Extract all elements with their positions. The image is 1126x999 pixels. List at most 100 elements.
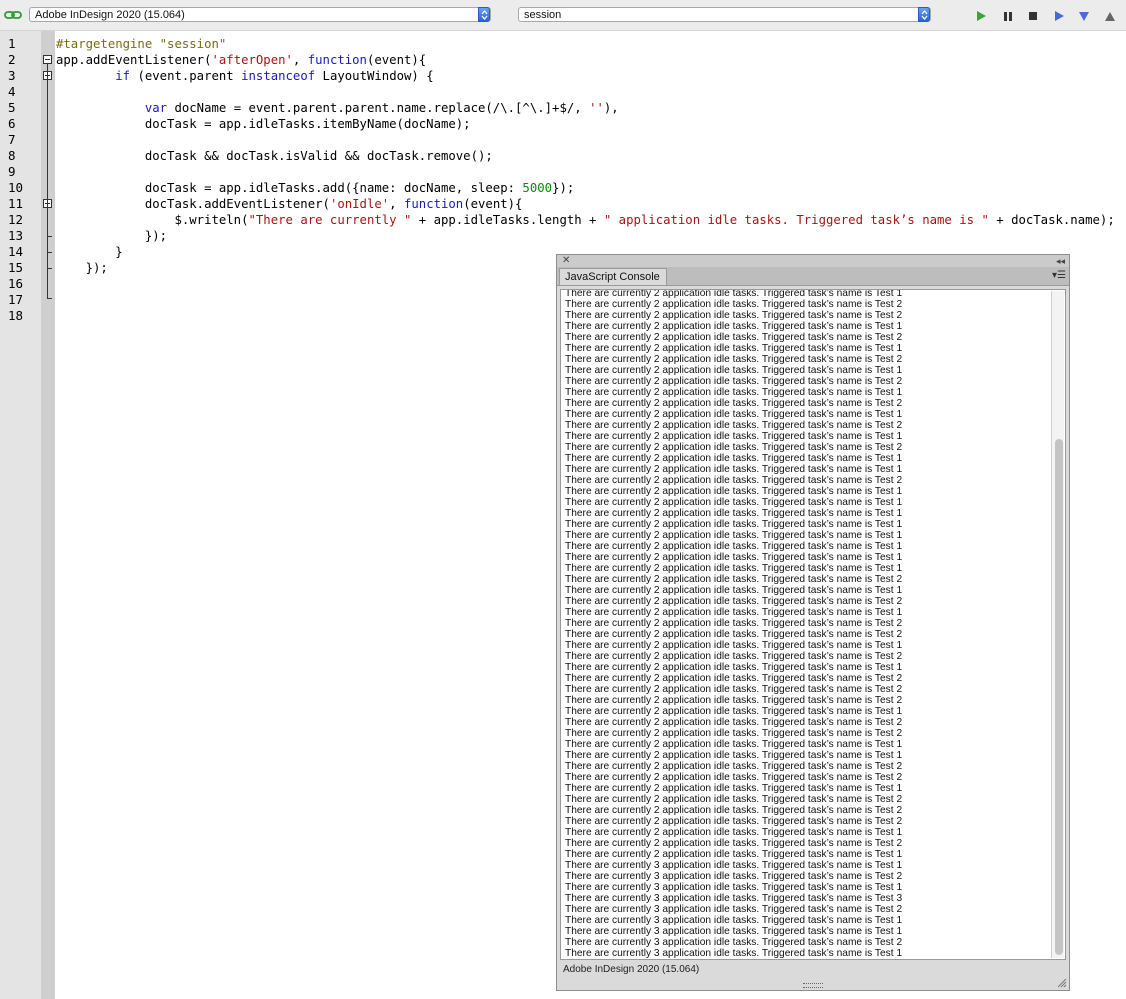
console-line: There are currently 2 application idle t… bbox=[565, 354, 903, 365]
vertical-scrollbar[interactable] bbox=[1051, 291, 1064, 958]
console-line: There are currently 2 application idle t… bbox=[565, 387, 903, 398]
engine-select[interactable]: session bbox=[518, 7, 931, 22]
console-line: There are currently 2 application idle t… bbox=[565, 321, 903, 332]
code-line: docTask && docTask.isValid && docTask.re… bbox=[56, 149, 493, 163]
console-line: There are currently 2 application idle t… bbox=[565, 585, 903, 596]
console-line: There are currently 2 application idle t… bbox=[565, 717, 903, 728]
console-line: There are currently 2 application idle t… bbox=[565, 849, 903, 860]
run-icon[interactable] bbox=[975, 10, 987, 22]
console-line: There are currently 2 application idle t… bbox=[565, 299, 903, 310]
console-line: There are currently 2 application idle t… bbox=[565, 728, 903, 739]
stop-icon[interactable] bbox=[1027, 10, 1039, 22]
step-out-icon[interactable] bbox=[1104, 10, 1116, 22]
console-line: There are currently 2 application idle t… bbox=[565, 783, 903, 794]
console-line: There are currently 3 application idle t… bbox=[565, 937, 903, 948]
step-over-icon[interactable] bbox=[1053, 10, 1065, 22]
line-number: 14 bbox=[8, 244, 24, 259]
console-line: There are currently 2 application idle t… bbox=[565, 398, 903, 409]
panel-titlebar: ✕ ◂◂ bbox=[557, 255, 1069, 267]
console-line: There are currently 3 application idle t… bbox=[565, 871, 903, 882]
console-line: There are currently 2 application idle t… bbox=[565, 684, 903, 695]
engine-value: session bbox=[524, 9, 562, 21]
code-line: }); bbox=[56, 229, 168, 243]
target-app-value: Adobe InDesign 2020 (15.064) bbox=[35, 9, 185, 21]
console-line: There are currently 2 application idle t… bbox=[565, 453, 903, 464]
console-line: There are currently 2 application idle t… bbox=[565, 442, 903, 453]
code-line: docTask.addEventListener('onIdle', funct… bbox=[56, 197, 523, 211]
toolbar: Adobe InDesign 2020 (15.064) session bbox=[0, 0, 1126, 31]
line-number: 3 bbox=[8, 68, 16, 83]
console-line: There are currently 2 application idle t… bbox=[565, 739, 903, 750]
code-line: docTask = app.idleTasks.add({name: docNa… bbox=[56, 181, 575, 195]
console-line: There are currently 2 application idle t… bbox=[565, 662, 903, 673]
link-icon[interactable] bbox=[4, 9, 22, 21]
console-line: There are currently 2 application idle t… bbox=[565, 750, 903, 761]
line-number: 12 bbox=[8, 212, 24, 227]
line-number: 7 bbox=[8, 132, 16, 147]
line-number: 9 bbox=[8, 164, 16, 179]
console-line: There are currently 2 application idle t… bbox=[565, 310, 903, 321]
console-output-text: There are currently 2 application idle t… bbox=[565, 289, 903, 960]
console-line: There are currently 2 application idle t… bbox=[565, 827, 903, 838]
console-line: There are currently 2 application idle t… bbox=[565, 629, 903, 640]
step-into-icon[interactable] bbox=[1078, 10, 1090, 22]
chevron-updown-icon[interactable] bbox=[478, 7, 490, 22]
line-number: 18 bbox=[8, 308, 24, 323]
console-line: There are currently 2 application idle t… bbox=[565, 497, 903, 508]
console-line: There are currently 2 application idle t… bbox=[565, 289, 903, 299]
console-status: Adobe InDesign 2020 (15.064) bbox=[563, 964, 700, 975]
console-line: There are currently 2 application idle t… bbox=[565, 541, 903, 552]
code-line: app.addEventListener('afterOpen', functi… bbox=[56, 53, 427, 67]
scrollbar-thumb[interactable] bbox=[1055, 439, 1063, 955]
close-icon[interactable]: ✕ bbox=[562, 255, 570, 267]
fold-toggle-icon[interactable] bbox=[43, 55, 52, 64]
target-app-select[interactable]: Adobe InDesign 2020 (15.064) bbox=[29, 7, 491, 22]
resize-grip[interactable] bbox=[803, 983, 823, 988]
line-number: 11 bbox=[8, 196, 24, 211]
console-line: There are currently 2 application idle t… bbox=[565, 772, 903, 783]
fold-end-marker bbox=[47, 268, 52, 269]
panel-menu-icon[interactable]: ▾☰ bbox=[1052, 270, 1066, 281]
console-line: There are currently 3 application idle t… bbox=[565, 882, 903, 893]
console-line: There are currently 2 application idle t… bbox=[565, 640, 903, 651]
line-number: 10 bbox=[8, 180, 24, 195]
console-line: There are currently 3 application idle t… bbox=[565, 959, 902, 960]
resize-corner-icon[interactable] bbox=[1057, 978, 1067, 988]
chevron-updown-icon[interactable] bbox=[918, 7, 930, 22]
console-line: There are currently 2 application idle t… bbox=[565, 332, 903, 343]
tab-javascript-console[interactable]: JavaScript Console bbox=[559, 268, 667, 285]
fold-column bbox=[41, 31, 55, 999]
console-line: There are currently 2 application idle t… bbox=[565, 596, 903, 607]
console-line: There are currently 2 application idle t… bbox=[565, 464, 903, 475]
console-line: There are currently 2 application idle t… bbox=[565, 761, 903, 772]
line-number-gutter bbox=[0, 31, 41, 999]
line-number: 6 bbox=[8, 116, 16, 131]
console-line: There are currently 2 application idle t… bbox=[565, 365, 903, 376]
code-line: docTask = app.idleTasks.itemByName(docNa… bbox=[56, 117, 471, 131]
console-line: There are currently 3 application idle t… bbox=[565, 860, 903, 871]
console-line: There are currently 2 application idle t… bbox=[565, 431, 903, 442]
line-number: 5 bbox=[8, 100, 16, 115]
console-line: There are currently 2 application idle t… bbox=[565, 376, 903, 387]
collapse-icon[interactable]: ◂◂ bbox=[1056, 255, 1065, 267]
console-output[interactable]: There are currently 2 application idle t… bbox=[560, 289, 1066, 960]
line-number: 8 bbox=[8, 148, 16, 163]
console-line: There are currently 2 application idle t… bbox=[565, 805, 903, 816]
code-line: } bbox=[56, 245, 123, 259]
console-line: There are currently 2 application idle t… bbox=[565, 651, 903, 662]
line-number: 2 bbox=[8, 52, 16, 67]
line-number: 17 bbox=[8, 292, 24, 307]
console-line: There are currently 3 application idle t… bbox=[565, 926, 903, 937]
console-line: There are currently 2 application idle t… bbox=[565, 530, 903, 541]
console-line: There are currently 2 application idle t… bbox=[565, 563, 903, 574]
console-line: There are currently 2 application idle t… bbox=[565, 343, 903, 354]
console-line: There are currently 3 application idle t… bbox=[565, 904, 903, 915]
console-line: There are currently 2 application idle t… bbox=[565, 618, 903, 629]
line-number: 13 bbox=[8, 228, 24, 243]
console-line: There are currently 2 application idle t… bbox=[565, 420, 903, 431]
pause-icon[interactable] bbox=[1002, 10, 1014, 22]
console-line: There are currently 2 application idle t… bbox=[565, 695, 903, 706]
code-line: #targetengine "session" bbox=[56, 37, 227, 51]
line-number: 4 bbox=[8, 84, 16, 99]
console-line: There are currently 3 application idle t… bbox=[565, 948, 903, 959]
